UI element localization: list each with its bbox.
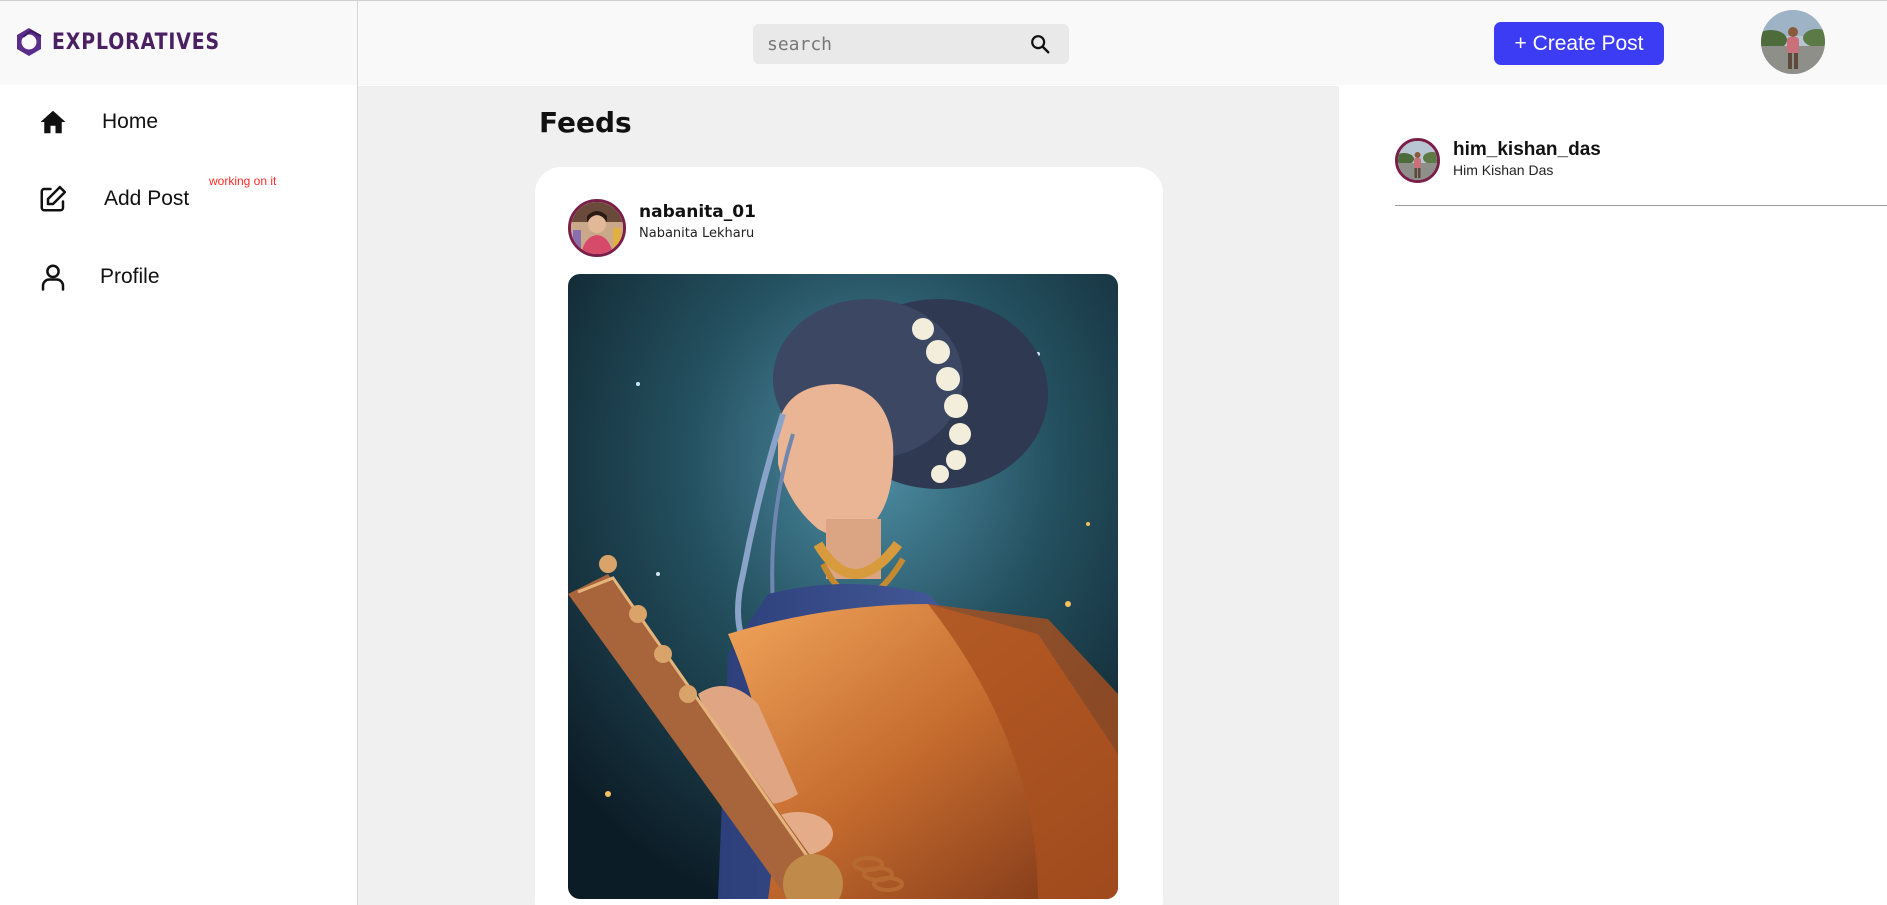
feed-area: Feeds nabanita_01 Nabanita Lekharu [358,86,1339,905]
post-card: nabanita_01 Nabanita Lekharu [535,167,1163,905]
brand-logo[interactable]: EXPLORATIVES [14,27,247,57]
person-icon [41,264,65,291]
sidebar-item-label: Add Post [104,187,190,210]
current-user-username[interactable]: him_kishan_das [1453,139,1601,161]
sidebar-item-label: Home [102,110,159,133]
create-post-button[interactable]: + Create Post [1494,22,1664,65]
post-author-avatar[interactable] [568,199,626,257]
brand-name: EXPLORATIVES [52,29,221,55]
search-input[interactable] [753,24,1029,64]
divider [1395,205,1887,206]
sidebar-item-profile[interactable]: Profile [38,262,160,292]
work-in-progress-note: working on it [209,174,277,188]
current-user-avatar[interactable] [1395,138,1440,183]
post-author-username[interactable]: nabanita_01 [639,202,756,222]
edit-icon [40,185,67,212]
sidebar-item-label: Profile [100,265,160,288]
search-icon[interactable] [1029,33,1051,55]
page-title: Feeds [539,106,632,139]
logo-icon [17,28,42,56]
search-bar [753,24,1069,64]
sidebar-item-home[interactable]: Home [38,107,158,137]
right-panel: him_kishan_das Him Kishan Das [1339,86,1887,905]
home-icon [40,110,66,134]
post-author-fullname: Nabanita Lekharu [639,226,755,241]
post-image[interactable] [568,274,1118,899]
sidebar: Home Add Post working on it Profile [0,86,357,905]
user-avatar[interactable] [1761,10,1825,74]
top-bar: EXPLORATIVES + Create Post [0,0,1887,85]
sidebar-item-add-post[interactable]: Add Post [38,184,189,214]
current-user-fullname: Him Kishan Das [1453,162,1554,178]
